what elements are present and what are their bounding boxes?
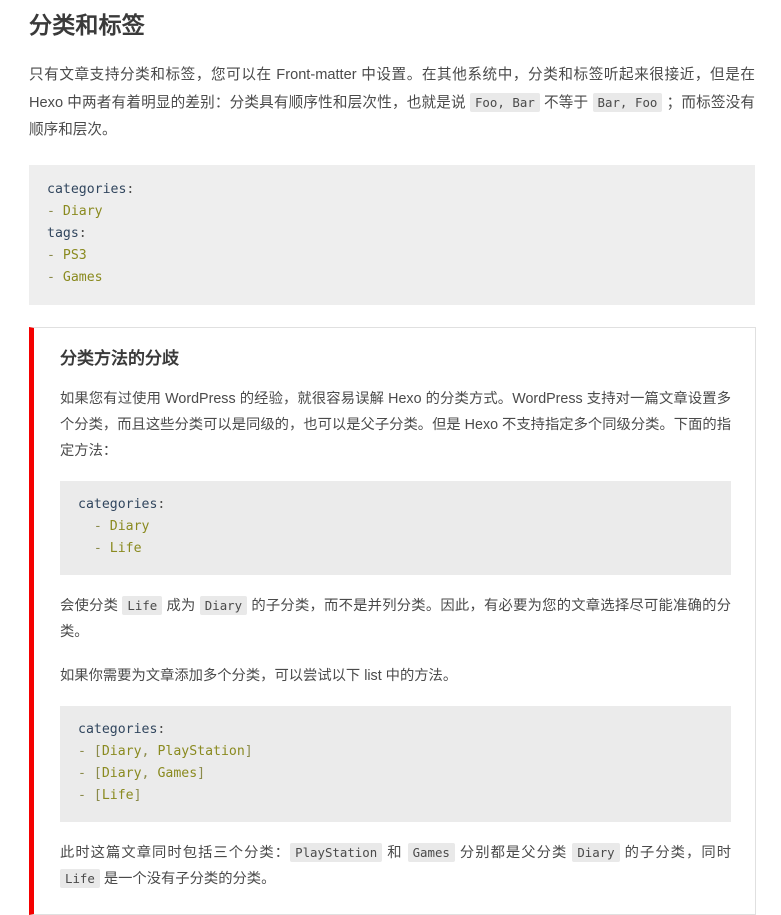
code-token-key: categories <box>78 496 158 512</box>
code-line: - [Diary, Games] <box>78 763 713 785</box>
code-token-bracket: ] <box>244 743 253 759</box>
code-token-punct: : <box>126 181 135 197</box>
code-lines: categories: - [Diary, PlayStation] - [Diar… <box>78 719 713 807</box>
code-token-dash: - <box>47 247 63 263</box>
code-token-val: Diary <box>62 203 103 219</box>
note-title: 分类方法的分歧 <box>60 348 179 368</box>
code-token-val: Life <box>101 787 134 803</box>
code-token-dash: - <box>93 540 110 556</box>
code-token-val: Diary <box>101 765 142 781</box>
code-token-key: tags <box>47 225 79 241</box>
code-token-bracket: , <box>141 743 158 759</box>
code-block-list-categories: categories: - [Diary, PlayStation] - [Diar… <box>60 705 731 822</box>
code-line: - Life <box>78 538 713 560</box>
code-line: - Diary <box>47 201 737 223</box>
code-token-dash: - <box>78 787 94 803</box>
code-token-val: Diary <box>101 743 142 759</box>
code-token-key: categories <box>47 181 127 197</box>
code-token-punct: : <box>78 225 87 241</box>
code-token-dash: - <box>78 765 94 781</box>
code-token-bracket: ] <box>133 787 142 803</box>
code-token-bracket: , <box>141 765 158 781</box>
code-token-bracket: ] <box>197 765 206 781</box>
code-token-val: PS3 <box>62 247 87 263</box>
inline-code: Diary <box>199 595 248 615</box>
code-token-punct: : <box>157 496 166 512</box>
code-line: categories: <box>78 494 713 516</box>
code-token-val: Games <box>62 269 103 285</box>
inline-code: Life <box>60 868 100 888</box>
page-title: 分类和标签 <box>29 12 145 38</box>
code-token-dash: - <box>47 269 63 285</box>
code-token-bracket: [ <box>93 743 102 759</box>
code-line: categories: <box>78 719 713 741</box>
inline-code: Bar, Foo <box>592 92 663 112</box>
code-lines: categories: - Diary - Life <box>78 494 713 560</box>
code-line: - Games <box>47 267 737 289</box>
code-token-dash: - <box>47 203 63 219</box>
code-line: - [Life] <box>78 785 713 807</box>
code-token-punct: : <box>157 721 166 737</box>
inline-code: Foo, Bar <box>469 92 540 112</box>
code-line: - [Diary, PlayStation] <box>78 741 713 763</box>
documentation-page: 分类和标签 只有文章支持分类和标签，您可以在 Front-matter 中设置。… <box>0 12 781 915</box>
code-line: - Diary <box>78 516 713 538</box>
inline-code: Life <box>122 595 163 615</box>
code-line: - PS3 <box>47 245 737 267</box>
code-token-val: Diary <box>109 518 150 534</box>
code-token-bracket: [ <box>93 787 102 803</box>
code-line: tags: <box>47 223 737 245</box>
code-token-val: Games <box>157 765 198 781</box>
note-callout: 分类方法的分歧 如果您有过使用 WordPress 的经验，就很容易误解 Hex… <box>29 326 756 915</box>
code-token-val: Life <box>109 540 142 556</box>
code-token-key: categories <box>78 721 158 737</box>
note-paragraph-4: 此时这篇文章同时包括三个分类： PlayStation 和 Games 分别都是父… <box>60 842 731 888</box>
inline-code: Games <box>407 842 455 862</box>
note-paragraph-3: 如果你需要为文章添加多个分类，可以尝试以下 list 中的方法。 <box>60 667 458 684</box>
code-line: categories: <box>47 179 737 201</box>
intro-paragraph: 只有文章支持分类和标签，您可以在 Front-matter 中设置。在其他系统中… <box>29 66 755 138</box>
inline-code: Diary <box>572 842 620 862</box>
code-block-nested-categories: categories: - Diary - Life <box>60 480 731 575</box>
code-token-bracket: [ <box>93 765 102 781</box>
inline-code: PlayStation <box>290 842 383 862</box>
note-paragraph-1: 如果您有过使用 WordPress 的经验，就很容易误解 Hexo 的分类方式。… <box>60 390 731 459</box>
code-lines: categories: - Diary tags: - PS3- Games <box>47 179 737 289</box>
note-paragraph-2: 会使分类 Life 成为 Diary 的子分类，而不是并列分类。因此，有必要为您… <box>60 595 731 640</box>
code-token-dash: - <box>93 518 110 534</box>
code-token-dash: - <box>78 743 94 759</box>
code-token-val: PlayStation <box>157 743 245 759</box>
code-block-front-matter: categories: - Diary tags: - PS3- Games <box>29 164 755 305</box>
